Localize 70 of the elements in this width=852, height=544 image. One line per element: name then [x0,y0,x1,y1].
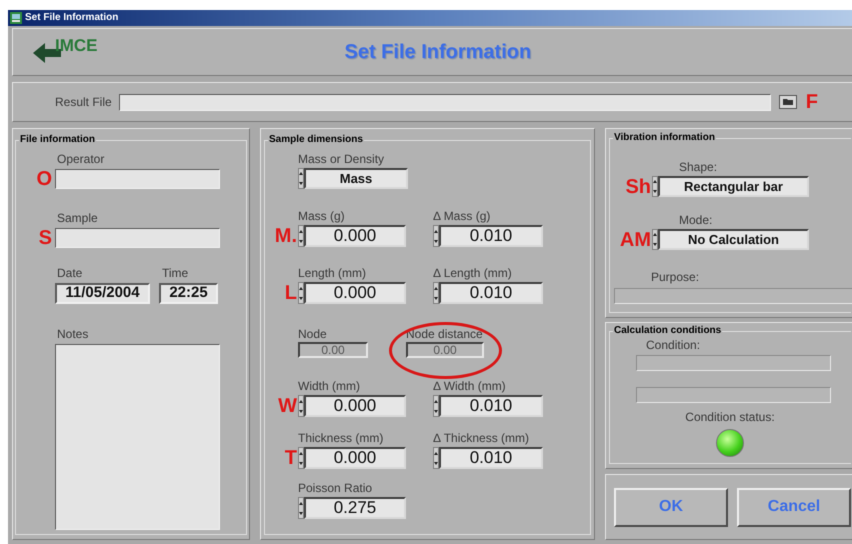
spinner-control[interactable] [433,447,439,469]
spinner-control[interactable] [433,225,439,247]
field-label: Date [56,266,84,280]
date-field[interactable]: 11/05/2004 [55,283,150,304]
number-field[interactable]: 0.010 [439,395,543,417]
folder-icon[interactable] [778,95,797,109]
field-label: Mass or Density [298,152,386,166]
field-label: Δ Length (mm) [433,266,513,280]
number-field[interactable]: 0.000 [304,447,406,469]
number-field[interactable]: 0.010 [439,282,543,304]
field-label: Mode: [679,213,714,227]
text-field[interactable] [55,169,220,189]
field-label: Shape: [679,160,718,174]
node-field: 0.00 [298,342,368,358]
number-field[interactable]: 0.000 [304,282,406,304]
field-label: Length (mm) [298,266,368,280]
dialog-heading: Set File Information [344,40,532,64]
annotation-letter: M. [274,226,297,246]
annotation-letter: T [284,448,297,468]
spinner-control[interactable] [298,282,304,304]
field-label: Time [161,266,188,280]
field-label: Width (mm) [298,379,361,393]
field-label: Sample [56,211,99,225]
field-label: Node [298,327,328,341]
field-label: Condition: [646,338,702,352]
window-title: Set File Information [25,12,118,24]
annotation-letter: F [806,92,818,112]
field-label: Δ Mass (g) [433,209,492,223]
annotation-letter: O [36,169,52,189]
time-field[interactable]: 22:25 [159,283,218,304]
annotation-letter: L [284,283,297,303]
number-field[interactable]: 0.000 [304,225,406,247]
app-icon [10,12,22,24]
annotation-letter: S [38,228,52,248]
result-file-field[interactable] [118,94,771,110]
spinner-control[interactable] [298,395,304,417]
number-field[interactable]: 0.010 [439,447,543,469]
logo-text: IMCE [55,37,98,55]
field-label: Mass (g) [298,209,346,223]
field-label: Notes [56,327,90,341]
number-field[interactable]: Mass [304,168,408,189]
number-field[interactable]: 0.000 [304,395,406,417]
number-field[interactable]: 0.275 [304,497,406,519]
field-label: Condition status: [685,410,775,424]
number-field[interactable]: 0.010 [439,225,543,247]
annotation-letter: W [278,396,297,416]
number-field[interactable]: Rectangular bar [658,176,809,197]
annotation-letter: AM [620,230,651,250]
spinner-control[interactable] [298,225,304,247]
text-field[interactable] [55,228,220,248]
field-label: Purpose: [651,270,700,284]
field-label: Δ Thickness (mm) [433,431,530,445]
spinner-control[interactable] [433,282,439,304]
group-title: Sample dimensions [268,133,364,147]
spinner-control[interactable] [652,229,658,250]
spinner-control[interactable] [652,176,658,197]
spinner-control[interactable] [298,447,304,469]
field-label: Thickness (mm) [298,431,384,445]
field-label: Operator [56,152,106,166]
number-field[interactable]: No Calculation [658,229,809,250]
field-label: Node distance [406,327,484,341]
field-label: Δ Width (mm) [433,379,507,393]
notes-field[interactable] [55,344,220,530]
spinner-control[interactable] [298,168,304,189]
annotation-letter: Sh [625,176,651,196]
field-label: Poisson Ratio [298,481,374,495]
node-distance-field: 0.00 [406,342,484,358]
spinner-control[interactable] [298,497,304,519]
field-label: Result File [55,94,112,111]
spinner-control[interactable] [433,395,439,417]
